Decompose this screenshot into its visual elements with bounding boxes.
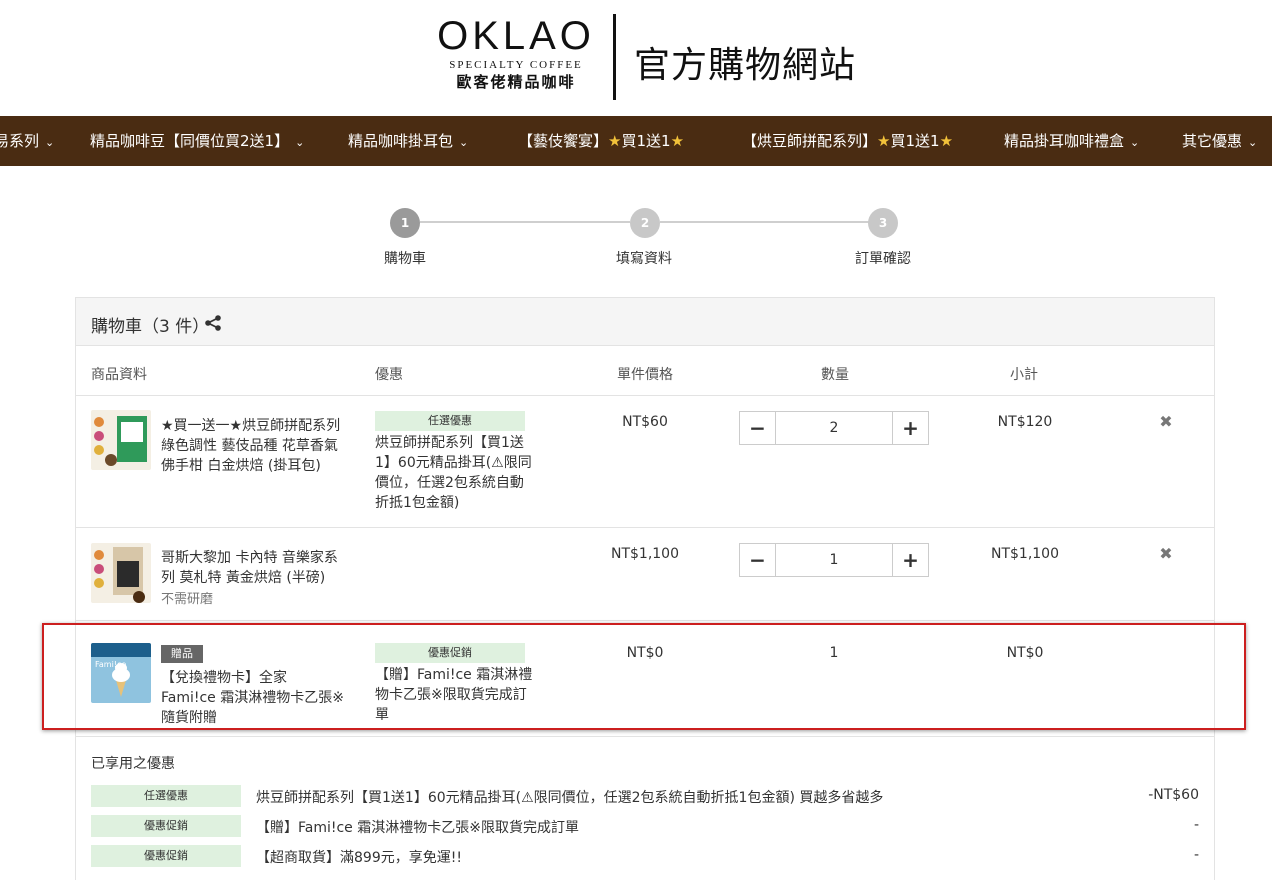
step-3-circle: 3 [868, 208, 898, 238]
promo-tag: 任選優惠 [375, 411, 525, 431]
increase-quantity-button[interactable]: + [892, 544, 928, 576]
applied-offers-title: 已享用之優惠 [91, 756, 175, 772]
column-header-product: 商品資料 [91, 367, 147, 383]
step-2-circle: 2 [630, 208, 660, 238]
offer-text: 烘豆師拼配系列【買1送1】60元精品掛耳(⚠限同價位，任選2包系統自動折抵1包金… [256, 790, 884, 806]
promo-text: 烘豆師拼配系列【買1送1】60元精品掛耳(⚠限同價位，任選2包系統自動折抵1包金… [375, 435, 532, 511]
chevron-down-icon: ⌄ [295, 136, 305, 149]
nav-item-series[interactable]: 易系列 ⌄ [0, 116, 54, 166]
column-header-quantity: 數量 [821, 367, 849, 383]
product-name[interactable]: ★買一送一★烘豆師拼配系列 綠色調性 藝伎品種 花草香氣 佛手柑 白金烘焙 (掛… [161, 416, 351, 476]
step-connector [420, 221, 630, 223]
quantity-input[interactable]: 2 [776, 412, 892, 444]
star-icon: ★ [608, 132, 622, 150]
offer-tag: 優惠促銷 [91, 845, 241, 867]
increase-quantity-button[interactable]: + [892, 412, 928, 444]
product-thumbnail[interactable] [91, 543, 151, 603]
row-divider [76, 527, 1214, 528]
quantity-stepper: − 1 + [739, 543, 929, 577]
promo-tag: 優惠促銷 [375, 643, 525, 663]
site-header: OKLAO SPECIALTY COFFEE 歐客佬精品咖啡 官方購物網站 [0, 0, 1272, 116]
logo-tagline: SPECIALTY COFFEE [449, 59, 583, 71]
product-name[interactable]: 哥斯大黎加 卡內特 音樂家系列 莫札特 黃金烘焙 (半磅) [161, 548, 346, 588]
product-thumbnail[interactable]: Fami!ce [91, 643, 151, 703]
nav-item-label: 精品咖啡豆【同價位買2送1】 [90, 132, 290, 150]
nav-item-label: 買1送1 [621, 132, 671, 150]
subtotal: NT$1,100 [990, 546, 1059, 562]
unit-price: NT$0 [626, 645, 664, 661]
nav-item-label: 精品掛耳咖啡禮盒 [1004, 132, 1125, 150]
unit-price: NT$1,100 [610, 546, 679, 562]
site-title: 官方購物網站 [634, 45, 857, 86]
offer-tag: 任選優惠 [91, 785, 241, 807]
step-2-label: 填寫資料 [616, 251, 672, 267]
nav-item-other-offers[interactable]: 其它優惠 ⌄ [1182, 116, 1257, 166]
quantity-input[interactable]: 1 [776, 544, 892, 576]
cart-header: 購物車（3 件） [76, 298, 1214, 346]
row-divider [76, 736, 1214, 737]
quantity-stepper: − 2 + [739, 411, 929, 445]
nav-item-roaster-blend[interactable]: 【烘豆師拼配系列】★買1送1★ [742, 116, 953, 166]
share-icon[interactable] [204, 315, 222, 331]
nav-item-gift-boxes[interactable]: 精品掛耳咖啡禮盒 ⌄ [1004, 116, 1139, 166]
star-icon: ★ [877, 132, 891, 150]
cart-panel: 購物車（3 件） 商品資料 優惠 單件價格 數量 小計 ★買一送一★烘豆師拼配系… [75, 297, 1215, 880]
offer-text: 【贈】Fami!ce 霜淇淋禮物卡乙張※限取貨完成訂單 [256, 820, 579, 836]
unit-price: NT$60 [622, 414, 668, 430]
step-3-label: 訂單確認 [855, 251, 911, 267]
subtotal: NT$120 [997, 414, 1053, 430]
offer-amount: -NT$60 [1148, 787, 1199, 803]
row-divider [76, 395, 1214, 396]
offer-text: 【超商取貨】滿899元，享免運!! [256, 850, 462, 866]
chevron-down-icon: ⌄ [1130, 136, 1140, 149]
offer-amount: - [1193, 847, 1199, 863]
remove-item-icon[interactable]: ✖ [1158, 546, 1174, 562]
chevron-down-icon: ⌄ [1248, 136, 1258, 149]
product-thumbnail[interactable] [91, 410, 151, 470]
logo-divider [613, 14, 616, 100]
step-1-circle: 1 [390, 208, 420, 238]
nav-item-label: 精品咖啡掛耳包 [348, 132, 454, 150]
cart-title: 購物車（3 件） [91, 317, 210, 337]
product-name[interactable]: 【兌換禮物卡】全家 Fami!ce 霜淇淋禮物卡乙張※隨貨附贈 [161, 668, 346, 728]
brand-logo[interactable]: OKLAO SPECIALTY COFFEE 歐客佬精品咖啡 [436, 14, 596, 100]
chevron-down-icon: ⌄ [459, 136, 469, 149]
checkout-steps: 1 2 3 購物車 填寫資料 訂單確認 [0, 200, 1272, 280]
nav-item-label: 【藝伎饗宴】 [518, 132, 609, 150]
nav-item-label: 其它優惠 [1182, 132, 1243, 150]
nav-item-coffee-beans[interactable]: 精品咖啡豆【同價位買2送1】 ⌄ [90, 116, 304, 166]
logo-chinese-name: 歐客佬精品咖啡 [456, 73, 576, 91]
offer-tag: 優惠促銷 [91, 815, 241, 837]
step-connector [660, 221, 870, 223]
quantity-value: 1 [829, 645, 839, 661]
nav-item-geisha-feast[interactable]: 【藝伎饗宴】★買1送1★ [518, 116, 684, 166]
decrease-quantity-button[interactable]: − [740, 412, 776, 444]
offer-amount: - [1193, 817, 1199, 833]
subtotal: NT$0 [1006, 645, 1044, 661]
logo-wordmark: OKLAO [437, 14, 595, 58]
step-1-label: 購物車 [384, 251, 426, 267]
product-option: 不需研磨 [161, 592, 214, 607]
column-header-unit-price: 單件價格 [617, 367, 673, 383]
decrease-quantity-button[interactable]: − [740, 544, 776, 576]
remove-item-icon[interactable]: ✖ [1158, 414, 1174, 430]
gift-badge: 贈品 [161, 645, 203, 663]
nav-item-label: 買1送1 [890, 132, 940, 150]
main-nav: 易系列 ⌄ 精品咖啡豆【同價位買2送1】 ⌄ 精品咖啡掛耳包 ⌄ 【藝伎饗宴】★買1送… [0, 116, 1272, 166]
star-icon: ★ [939, 132, 954, 150]
promo-text: 【贈】Fami!ce 霜淇淋禮物卡乙張※限取貨完成訂單 [375, 667, 533, 723]
column-header-subtotal: 小計 [1010, 367, 1038, 383]
nav-item-drip-bags[interactable]: 精品咖啡掛耳包 ⌄ [348, 116, 468, 166]
star-icon: ★ [670, 132, 685, 150]
nav-item-label: 易系列 [0, 132, 40, 150]
chevron-down-icon: ⌄ [45, 136, 55, 149]
column-header-promo: 優惠 [375, 367, 403, 383]
nav-item-label: 【烘豆師拼配系列】 [742, 132, 878, 150]
row-divider [76, 620, 1214, 621]
